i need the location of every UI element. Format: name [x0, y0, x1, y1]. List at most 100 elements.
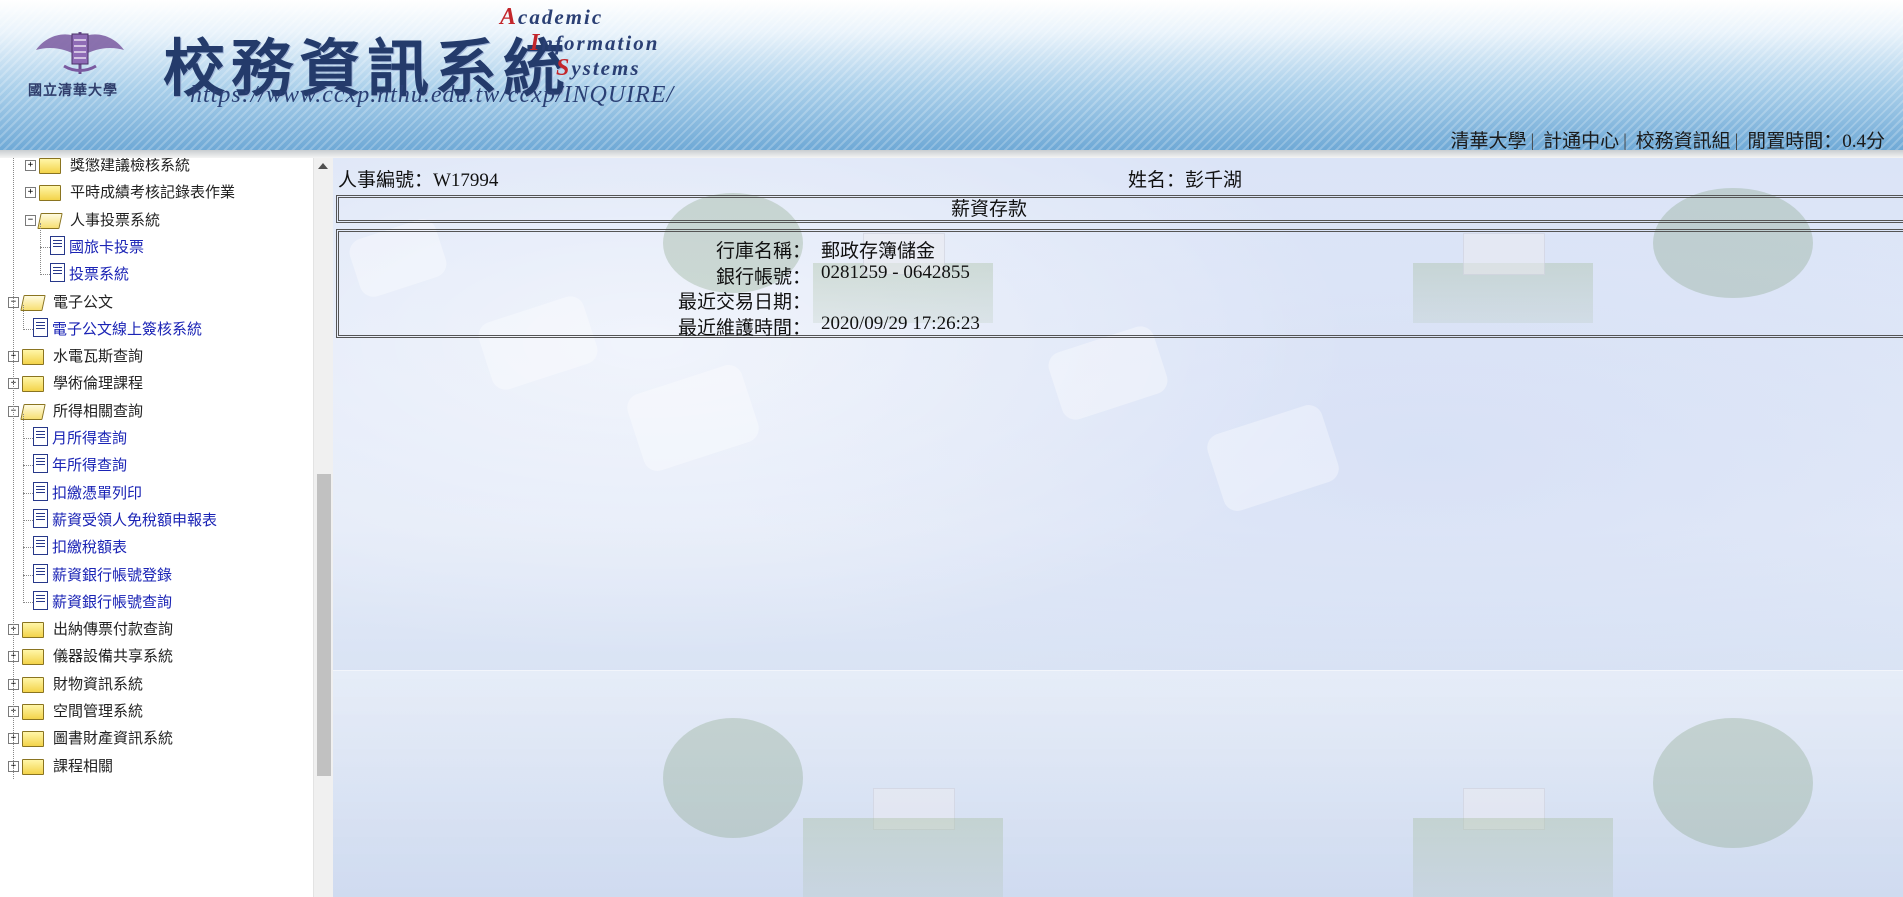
bank-name-label: 行庫名稱： — [715, 241, 811, 262]
link-computer-center[interactable]: 計通中心 — [1543, 131, 1619, 152]
link-academic-info-division[interactable]: 校務資訊組 — [1636, 131, 1731, 152]
background-decoration — [1653, 718, 1813, 848]
top-links: 清華大學 | 計通中心 | 校務資訊組 | 閒置時間：0.4分 — [1451, 126, 1886, 153]
tree-link-label[interactable]: 薪資銀行帳號登錄 — [52, 561, 172, 589]
idle-time: 閒置時間：0.4分 — [1747, 131, 1885, 152]
tree-folder-label[interactable]: 水電瓦斯查詢 — [53, 342, 143, 370]
tree-connector — [23, 519, 33, 521]
tree-connector — [40, 274, 50, 276]
tree-connector — [23, 465, 33, 467]
section-header: 薪資存款 — [336, 195, 1903, 223]
english-title-line-3: Systems — [556, 55, 641, 81]
tree-folder-label[interactable]: 人事投票系統 — [70, 206, 160, 234]
folder-open-icon — [20, 403, 46, 420]
folder-icon — [22, 376, 44, 393]
university-emblem-icon — [36, 32, 124, 74]
tree-link-label[interactable]: 國旅卡投票 — [69, 233, 144, 261]
tree-folder-label[interactable]: 學術倫理課程 — [53, 369, 143, 397]
tree-connector — [23, 414, 24, 602]
school-name: 國立清華大學 — [28, 83, 118, 99]
tree-link-label[interactable]: 扣繳憑單列印 — [52, 479, 142, 507]
tree-folder-label[interactable]: 財物資訊系統 — [53, 670, 143, 698]
document-page-icon — [33, 536, 48, 556]
link-separator: | — [1530, 131, 1535, 152]
tree-connector — [23, 547, 33, 549]
tree-connector — [23, 601, 33, 603]
tree-connector — [23, 574, 33, 576]
document-page-icon — [33, 317, 48, 337]
document-page-icon — [50, 263, 65, 283]
document-page-icon — [33, 508, 48, 528]
tree-folder-label[interactable]: 出納傳票付款查詢 — [53, 615, 173, 643]
document-page-icon — [33, 427, 48, 446]
english-title-line-2: Information — [530, 30, 660, 56]
folder-icon — [22, 622, 44, 639]
tree-folder-label[interactable]: 平時成績考核記錄表作業 — [70, 178, 235, 206]
tree-link-label[interactable]: 電子公文線上簽核系統 — [52, 315, 202, 343]
expand-icon[interactable]: + — [25, 160, 36, 171]
document-page-icon — [33, 481, 48, 501]
tree-folder-label[interactable]: 所得相關查詢 — [53, 397, 143, 425]
account-number-value: 0281259 - 0642855 — [821, 262, 970, 283]
tree-connector — [40, 222, 41, 274]
collapse-icon[interactable]: − — [25, 214, 36, 226]
deposit-details: 行庫名稱： 郵政存簿儲金 銀行帳號： 0281259 - 0642855 最近交… — [336, 229, 1903, 339]
tree-folder-label[interactable]: 課程相關 — [53, 752, 113, 780]
tree-folder-label[interactable]: 儀器設備共享系統 — [53, 642, 173, 670]
tree-link-label[interactable]: 投票系統 — [69, 260, 129, 288]
scroll-up-arrow-icon[interactable] — [318, 163, 328, 169]
background-decoration — [1413, 818, 1613, 897]
tree-link-label[interactable]: 扣繳稅額表 — [52, 533, 127, 561]
folder-open-icon — [37, 212, 63, 229]
tree-connector — [23, 304, 24, 329]
folder-icon — [22, 649, 44, 666]
folder-icon — [22, 731, 44, 748]
tree-link-label[interactable]: 薪資銀行帳號查詢 — [52, 588, 172, 616]
folder-icon — [39, 158, 61, 174]
link-separator: | — [1734, 131, 1739, 152]
tree-link-label[interactable]: 月所得查詢 — [52, 424, 127, 452]
tree-folder-label[interactable]: 圖書財產資訊系統 — [53, 724, 173, 752]
document-page-icon — [33, 563, 48, 583]
tree-connector — [23, 438, 33, 439]
folder-open-icon — [20, 294, 46, 311]
staff-name: 姓名：彭千湖 — [1128, 170, 1243, 191]
folder-icon — [22, 704, 44, 720]
sidebar-scrollbar[interactable] — [313, 158, 334, 897]
link-nthu[interactable]: 清華大學 — [1451, 131, 1527, 152]
tree-folder-label[interactable]: 電子公文 — [53, 288, 113, 316]
background-decoration — [803, 818, 1003, 897]
background-decoration — [623, 361, 763, 475]
last-maintenance-time-label: 最近維護時間： — [677, 318, 811, 339]
sidebar-tree: + 獎懲建議檢核系統 + 平時成績考核記錄表作業 − 人事投票系統 國旅卡投票 投票系統 − 電子… — [0, 158, 333, 897]
tree-connector — [13, 158, 14, 779]
tree-connector — [40, 246, 50, 248]
last-maintenance-time-value: 2020/09/29 17:26:23 — [821, 313, 980, 334]
header-banner: 國立清華大學 校務資訊系統 Academic Information Syste… — [0, 0, 1903, 153]
account-number-label: 銀行帳號： — [715, 267, 811, 288]
english-title-line-1: Academic — [500, 4, 604, 30]
document-page-icon — [33, 590, 48, 610]
folder-icon — [39, 185, 61, 202]
scrollbar-thumb[interactable] — [317, 474, 331, 776]
background-decoration — [663, 718, 803, 838]
background-decoration — [1203, 401, 1343, 515]
folder-icon — [22, 349, 44, 366]
bank-name-value: 郵政存簿儲金 — [821, 241, 936, 262]
document-page-icon — [33, 454, 48, 474]
staff-id: 人事編號：W17994 — [338, 170, 499, 191]
tree-connector — [23, 328, 33, 330]
tree-folder-label[interactable]: 空間管理系統 — [53, 697, 143, 725]
folder-icon — [22, 676, 44, 693]
tree-folder-label[interactable]: 獎懲建議檢核系統 — [70, 158, 190, 179]
tree-link-label[interactable]: 薪資受領人免稅額申報表 — [52, 506, 217, 534]
system-url: https://www.ccxp.nthu.edu.tw/ccxp/INQUIR… — [190, 82, 675, 108]
expand-icon[interactable]: + — [25, 187, 36, 199]
link-separator: | — [1623, 131, 1627, 152]
tree-connector — [23, 492, 33, 494]
folder-icon — [22, 758, 44, 775]
main-content: 人事編號：W17994 姓名：彭千湖 薪資存款 行庫名稱： 郵政存簿儲金 銀行帳… — [333, 158, 1903, 897]
last-transaction-date-label: 最近交易日期： — [677, 292, 811, 313]
tree-link-label[interactable]: 年所得查詢 — [52, 451, 127, 479]
document-page-icon — [50, 235, 65, 255]
